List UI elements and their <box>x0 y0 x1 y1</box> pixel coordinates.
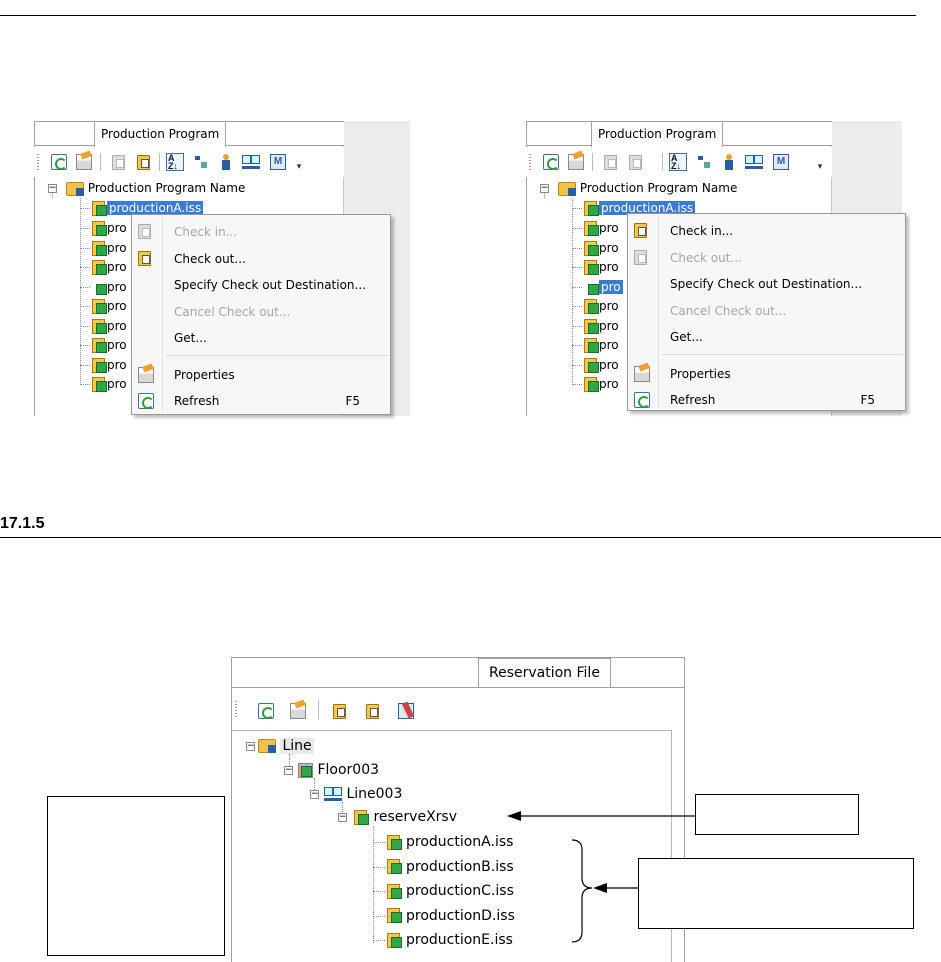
callout-arrows <box>507 811 695 943</box>
